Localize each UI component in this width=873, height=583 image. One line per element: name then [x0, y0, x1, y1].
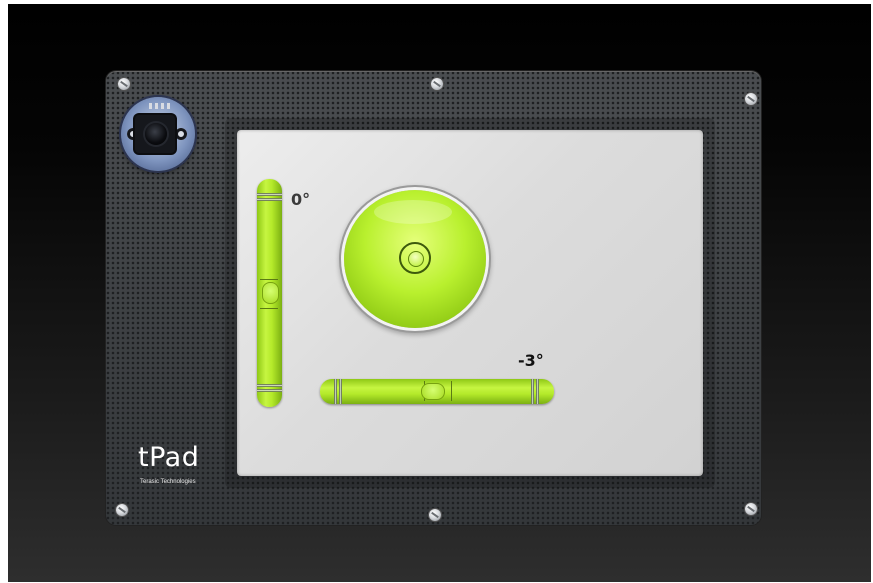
bullseye-level — [344, 190, 486, 328]
vertical-angle-readout: 0° — [291, 190, 311, 209]
tube-band — [257, 193, 282, 196]
tube-band — [339, 379, 342, 404]
tube-band — [334, 379, 337, 404]
camera-lens — [145, 123, 167, 145]
screw-icon — [745, 503, 757, 515]
screw-icon — [745, 93, 757, 105]
tube-band — [536, 379, 539, 404]
level-screen — [237, 130, 703, 476]
brand-manufacturer: Terasic Technologies — [140, 479, 196, 485]
tube-band — [531, 379, 534, 404]
camera-pins — [149, 103, 173, 109]
brand-logo: tPad — [138, 442, 200, 473]
tube-band — [257, 384, 282, 387]
screw-icon — [431, 78, 443, 90]
vertical-level-tube — [257, 179, 282, 407]
tube-band — [257, 389, 282, 392]
screw-icon — [116, 504, 128, 516]
screw-icon — [429, 509, 441, 521]
vertical-bubble — [262, 282, 279, 304]
bullseye-bubble — [408, 251, 424, 267]
tube-band — [257, 198, 282, 201]
camera-mount-right — [175, 128, 187, 140]
bullseye-shine — [374, 200, 452, 224]
horizontal-bubble — [421, 383, 445, 400]
camera-icon — [121, 97, 195, 171]
horizontal-angle-readout: -3° — [518, 351, 544, 370]
horizontal-level-tube — [320, 379, 554, 404]
screw-icon — [118, 78, 130, 90]
